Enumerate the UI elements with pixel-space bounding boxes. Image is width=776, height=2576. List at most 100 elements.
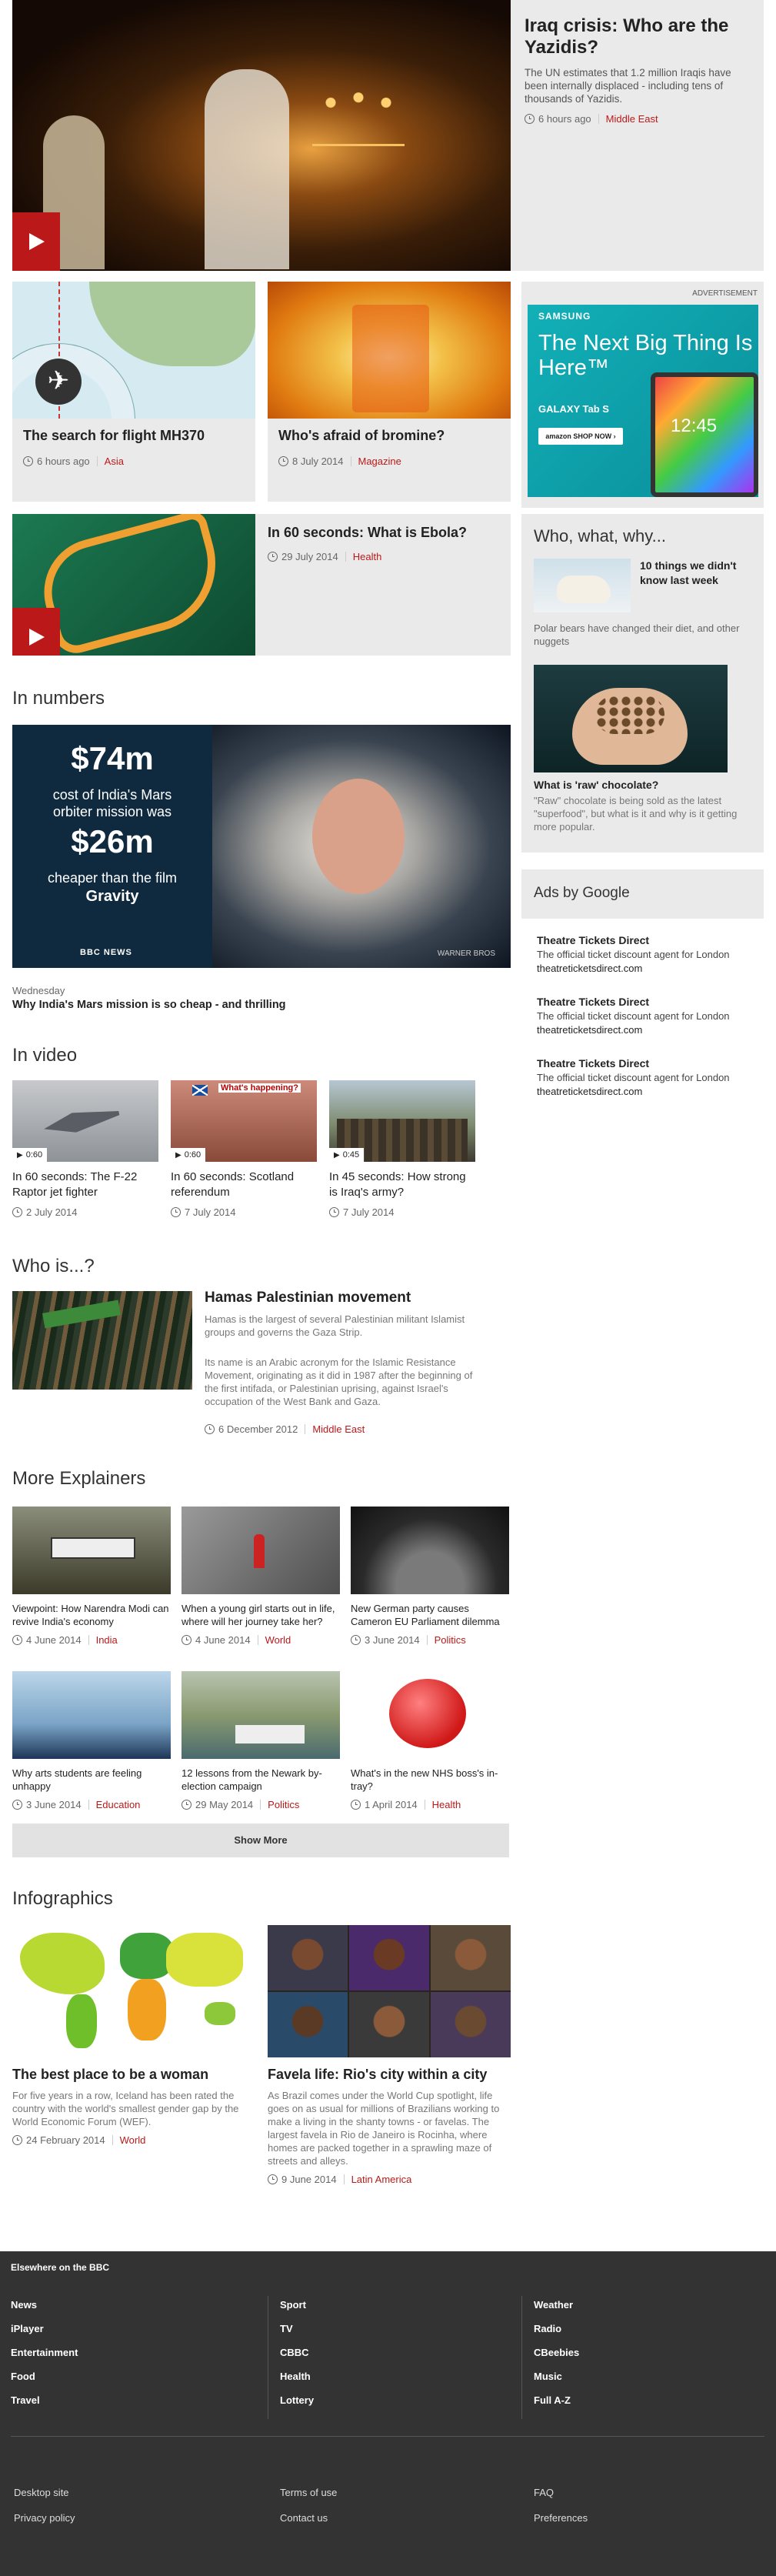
- footer-link-entertainment[interactable]: Entertainment: [11, 2347, 265, 2358]
- explainer-1-title[interactable]: Viewpoint: How Narendra Modi can revive …: [12, 1602, 171, 1628]
- ad-link-url[interactable]: theatreticketsdirect.com: [537, 963, 760, 974]
- clock-icon: [12, 1635, 22, 1645]
- ebola-card[interactable]: In 60 seconds: What is Ebola? 29 July 20…: [12, 514, 511, 656]
- footer-link-sport[interactable]: Sport: [280, 2299, 511, 2311]
- explainer-1-tag[interactable]: India: [96, 1634, 118, 1646]
- explainer-3-tag[interactable]: Politics: [435, 1634, 466, 1646]
- www-item-1-title[interactable]: 10 things we didn't know last week: [640, 559, 755, 588]
- ads-google-heading: Ads by Google: [534, 885, 630, 901]
- numbers-title[interactable]: Why India's Mars mission is so cheap - a…: [12, 999, 286, 1011]
- video-3-thumbnail[interactable]: 0:45: [329, 1080, 475, 1162]
- footer-link-music[interactable]: Music: [534, 2371, 764, 2382]
- explainer-3-title[interactable]: New German party causes Cameron EU Parli…: [351, 1602, 509, 1628]
- footer-link-full-az[interactable]: Full A-Z: [534, 2394, 764, 2406]
- ad-link-3[interactable]: Theatre Tickets Direct The official tick…: [537, 1057, 760, 1097]
- hero-tag[interactable]: Middle East: [606, 113, 658, 125]
- video-2-thumbnail[interactable]: What's happening? 0:60: [171, 1080, 317, 1162]
- video-item-1[interactable]: 0:60 In 60 seconds: The F-22 Raptor jet …: [12, 1080, 158, 1218]
- footer-link-lottery[interactable]: Lottery: [280, 2394, 511, 2406]
- explainer-2-tag[interactable]: World: [265, 1634, 291, 1646]
- bromine-tag[interactable]: Magazine: [358, 455, 401, 467]
- www-item-2-title[interactable]: What is 'raw' chocolate?: [534, 779, 658, 791]
- video-1-date: 2 July 2014: [26, 1206, 78, 1218]
- hero-title[interactable]: Iraq crisis: Who are the Yazidis?: [525, 15, 750, 58]
- ad-link-url[interactable]: theatreticketsdirect.com: [537, 1086, 760, 1097]
- footer-link-food[interactable]: Food: [11, 2371, 265, 2382]
- numbers-line-1: cost of India's Mars orbiter mission was: [52, 787, 172, 819]
- whois-tag[interactable]: Middle East: [312, 1423, 365, 1435]
- numbers-image[interactable]: $74m cost of India's Mars orbiter missio…: [12, 725, 511, 968]
- mh370-card[interactable]: ✈ The search for flight MH370 6 hours ag…: [12, 282, 255, 502]
- ebola-play-button[interactable]: [12, 608, 60, 656]
- explainer-item-1[interactable]: Viewpoint: How Narendra Modi can revive …: [12, 1507, 171, 1646]
- mh370-title[interactable]: The search for flight MH370: [23, 428, 205, 444]
- video-3-title[interactable]: In 45 seconds: How strong is Iraq's army…: [329, 1170, 475, 1200]
- footer-link-radio[interactable]: Radio: [534, 2323, 764, 2334]
- explainer-2-title[interactable]: When a young girl starts out in life, wh…: [182, 1602, 340, 1628]
- show-more-button[interactable]: Show More: [12, 1824, 509, 1857]
- mh370-tag[interactable]: Asia: [105, 455, 124, 467]
- explainer-item-5[interactable]: 12 lessons from the Newark by-election c…: [182, 1671, 340, 1810]
- explainer-5-title[interactable]: 12 lessons from the Newark by-election c…: [182, 1767, 340, 1793]
- footer-link-preferences[interactable]: Preferences: [534, 2512, 588, 2524]
- hamas-image[interactable]: [12, 1291, 192, 1390]
- video-1-title[interactable]: In 60 seconds: The F-22 Raptor jet fight…: [12, 1170, 158, 1200]
- ad-link-1[interactable]: Theatre Tickets Direct The official tick…: [537, 934, 760, 974]
- explainer-4-title[interactable]: Why arts students are feeling unhappy: [12, 1767, 171, 1793]
- footer-link-cbeebies[interactable]: CBeebies: [534, 2347, 764, 2358]
- ebola-title[interactable]: In 60 seconds: What is Ebola?: [268, 525, 467, 541]
- infographic-2[interactable]: Favela life: Rio's city within a city As…: [268, 1925, 511, 2185]
- footer-link-privacy[interactable]: Privacy policy: [14, 2512, 75, 2524]
- hero-play-button[interactable]: [12, 212, 60, 271]
- ad-link-title[interactable]: Theatre Tickets Direct: [537, 996, 760, 1008]
- infographic-2-tag[interactable]: Latin America: [351, 2174, 412, 2185]
- clock-icon: [182, 1800, 192, 1810]
- infographic-1[interactable]: The best place to be a woman For five ye…: [12, 1925, 255, 2146]
- footer-link-iplayer[interactable]: iPlayer: [11, 2323, 265, 2334]
- footer-link-cbbc[interactable]: CBBC: [280, 2347, 511, 2358]
- explainer-3-date: 3 June 2014: [365, 1634, 420, 1646]
- footer-link-health[interactable]: Health: [280, 2371, 511, 2382]
- infographic-2-title[interactable]: Favela life: Rio's city within a city: [268, 2067, 511, 2083]
- explainer-5-tag[interactable]: Politics: [268, 1799, 299, 1810]
- polar-bear-image[interactable]: [534, 559, 631, 612]
- ad-link-title[interactable]: Theatre Tickets Direct: [537, 1057, 760, 1069]
- video-item-3[interactable]: 0:45 In 45 seconds: How strong is Iraq's…: [329, 1080, 475, 1218]
- hero-image[interactable]: [12, 0, 511, 271]
- video-2-title[interactable]: In 60 seconds: Scotland referendum: [171, 1170, 317, 1200]
- video-1-thumbnail[interactable]: 0:60: [12, 1080, 158, 1162]
- raw-chocolate-image[interactable]: [534, 665, 728, 772]
- explainer-6-title[interactable]: What's in the new NHS boss's in-tray?: [351, 1767, 509, 1793]
- explainer-item-6[interactable]: What's in the new NHS boss's in-tray? 1 …: [351, 1671, 509, 1810]
- explainer-4-tag[interactable]: Education: [96, 1799, 141, 1810]
- whois-title[interactable]: Hamas Palestinian movement: [205, 1290, 411, 1306]
- whois-date: 6 December 2012: [218, 1423, 298, 1435]
- footer-link-travel[interactable]: Travel: [11, 2394, 265, 2406]
- video-1-duration: 0:60: [12, 1148, 48, 1162]
- ad-link-url[interactable]: theatreticketsdirect.com: [537, 1024, 760, 1036]
- ad-link-2[interactable]: Theatre Tickets Direct The official tick…: [537, 996, 760, 1036]
- explainer-item-4[interactable]: Why arts students are feeling unhappy 3 …: [12, 1671, 171, 1810]
- ebola-tag[interactable]: Health: [353, 551, 382, 562]
- footer-link-contact[interactable]: Contact us: [280, 2512, 337, 2524]
- bromine-card[interactable]: Who's afraid of bromine? 8 July 2014 Maga…: [268, 282, 511, 502]
- plane-icon: ✈: [35, 359, 82, 405]
- clock-icon: [12, 2135, 22, 2145]
- infographic-1-tag[interactable]: World: [120, 2134, 146, 2146]
- explainer-item-3[interactable]: New German party causes Cameron EU Parli…: [351, 1507, 509, 1646]
- bromine-title[interactable]: Who's afraid of bromine?: [278, 428, 445, 444]
- bromine-time: 8 July 2014: [292, 455, 344, 467]
- footer-link-desktop-site[interactable]: Desktop site: [14, 2487, 75, 2498]
- ad-banner[interactable]: SAMSUNG The Next Big Thing Is Here™ GALA…: [528, 305, 758, 497]
- explainer-item-2[interactable]: When a young girl starts out in life, wh…: [182, 1507, 340, 1646]
- footer-link-faq[interactable]: FAQ: [534, 2487, 588, 2498]
- explainer-6-tag[interactable]: Health: [432, 1799, 461, 1810]
- footer-link-weather[interactable]: Weather: [534, 2299, 764, 2311]
- infographic-1-title[interactable]: The best place to be a woman: [12, 2067, 255, 2083]
- footer-link-news[interactable]: News: [11, 2299, 265, 2311]
- ad-link-title[interactable]: Theatre Tickets Direct: [537, 934, 760, 946]
- ad-cta-button[interactable]: amazon SHOP NOW ›: [538, 428, 623, 445]
- footer-link-tv[interactable]: TV: [280, 2323, 511, 2334]
- footer-link-terms[interactable]: Terms of use: [280, 2487, 337, 2498]
- video-item-2[interactable]: What's happening? 0:60 In 60 seconds: Sc…: [171, 1080, 317, 1218]
